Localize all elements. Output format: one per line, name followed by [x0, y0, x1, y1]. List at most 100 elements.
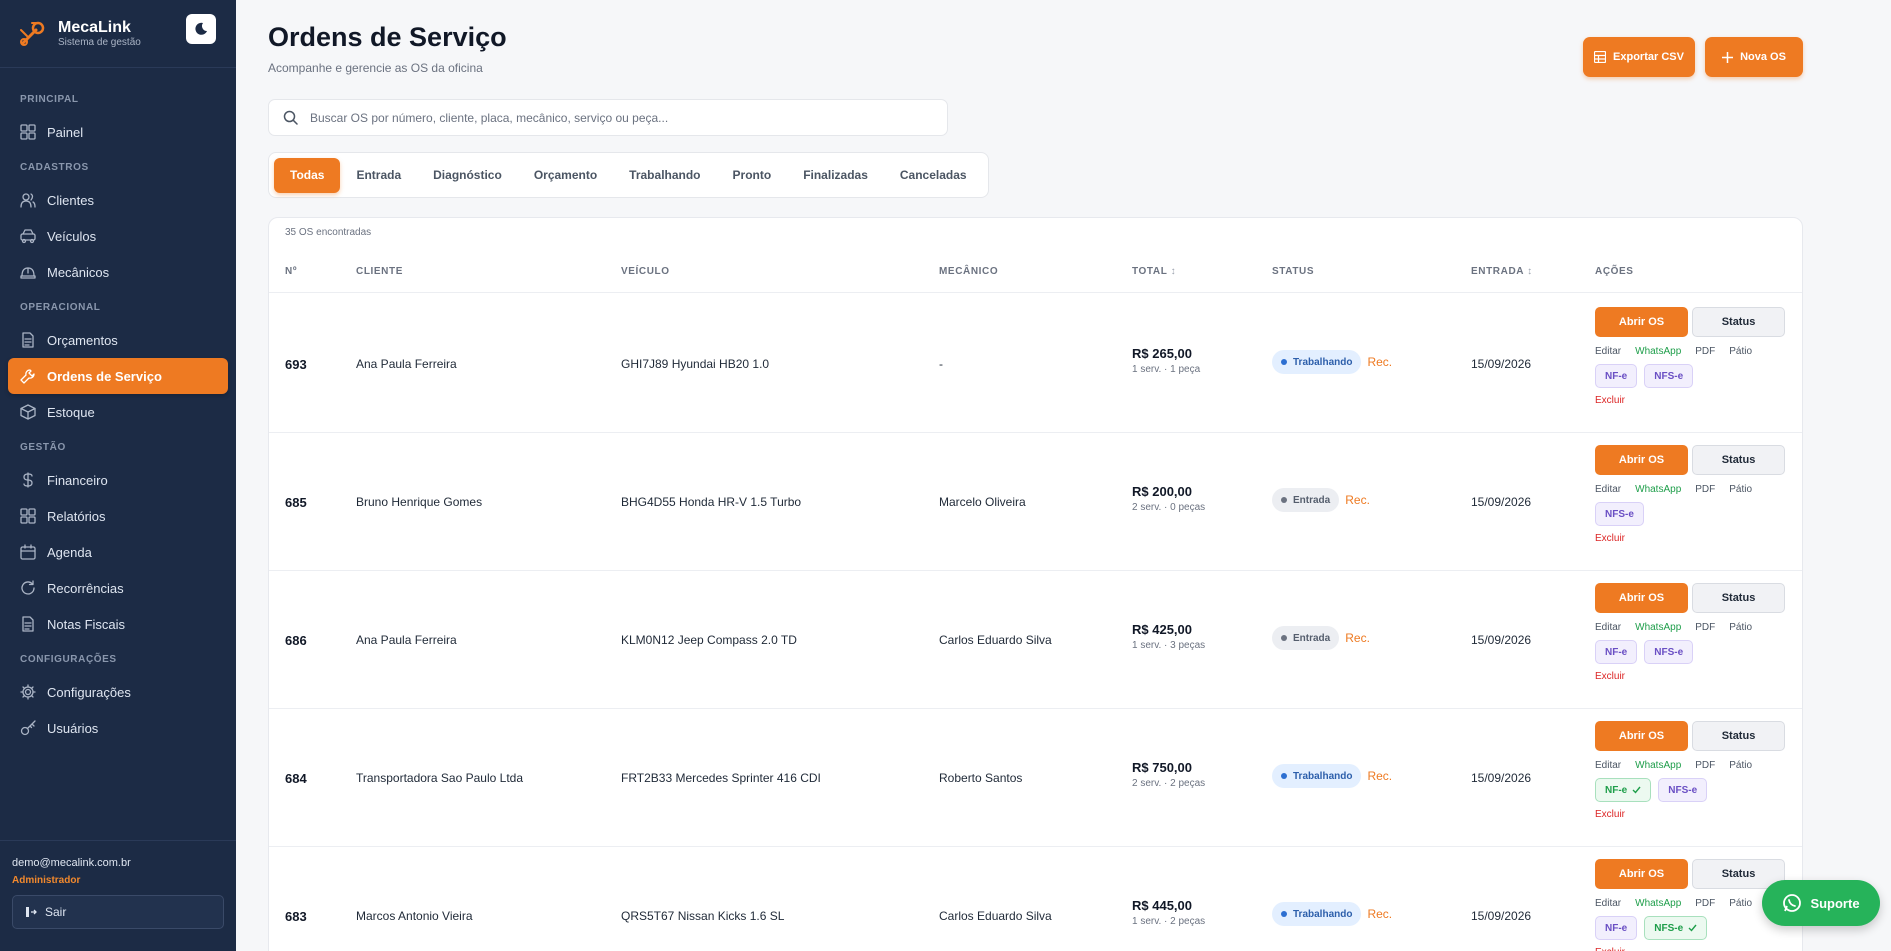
- logout-button[interactable]: Sair: [12, 895, 224, 929]
- tab-finalizadas[interactable]: Finalizadas: [787, 158, 884, 193]
- nfe-chip[interactable]: NF-e: [1595, 364, 1638, 388]
- whatsapp-link[interactable]: WhatsApp: [1635, 484, 1681, 495]
- column-header-number: Nº: [285, 266, 298, 277]
- delete-link[interactable]: Excluir: [1595, 809, 1795, 820]
- whatsapp-link[interactable]: WhatsApp: [1635, 760, 1681, 771]
- os-number[interactable]: 686: [285, 633, 307, 648]
- pdf-link[interactable]: PDF: [1695, 898, 1715, 909]
- total-detail: 2 serv. · 0 peças: [1132, 502, 1206, 513]
- edit-link[interactable]: Editar: [1595, 484, 1621, 495]
- status-badge: Entrada: [1272, 626, 1340, 650]
- page-subtitle: Acompanhe e gerencie as OS da oficina: [268, 61, 483, 75]
- grid-icon: [20, 124, 47, 140]
- new-os-button[interactable]: Nova OS: [1705, 37, 1803, 77]
- sidebar-item-ordens-de-servico[interactable]: Ordens de Serviço: [8, 358, 228, 394]
- yard-link[interactable]: Pátio: [1729, 484, 1752, 495]
- nfe-chip[interactable]: NF-e: [1595, 778, 1652, 802]
- tab-orcamento[interactable]: Orçamento: [518, 158, 613, 193]
- tab-entrada[interactable]: Entrada: [340, 158, 417, 193]
- sidebar-item-usuarios[interactable]: Usuários: [8, 710, 228, 746]
- open-os-button[interactable]: Abrir OS: [1595, 721, 1688, 751]
- entry-date: 15/09/2026: [1471, 495, 1532, 509]
- total-cell: R$ 265,00 1 serv. · 1 peça: [1132, 346, 1200, 375]
- sidebar-item-agenda[interactable]: Agenda: [8, 534, 228, 570]
- os-number[interactable]: 685: [285, 495, 307, 510]
- sidebar-item-recorrencias[interactable]: Recorrências: [8, 570, 228, 606]
- yard-link[interactable]: Pátio: [1729, 898, 1752, 909]
- open-os-button[interactable]: Abrir OS: [1595, 445, 1688, 475]
- nfse-chip[interactable]: NFS-e: [1644, 916, 1708, 940]
- column-header-entry[interactable]: ENTRADA ↕: [1471, 266, 1533, 277]
- whatsapp-link[interactable]: WhatsApp: [1635, 622, 1681, 633]
- mechanic: Carlos Eduardo Silva: [939, 909, 1052, 923]
- search-input[interactable]: [310, 110, 910, 125]
- total-value: R$ 445,00: [1132, 898, 1192, 913]
- entry-date: 15/09/2026: [1471, 633, 1532, 647]
- status-button[interactable]: Status: [1692, 307, 1785, 337]
- export-csv-button[interactable]: Exportar CSV: [1583, 37, 1695, 77]
- pdf-link[interactable]: PDF: [1695, 622, 1715, 633]
- edit-link[interactable]: Editar: [1595, 622, 1621, 633]
- sidebar-item-mecanicos[interactable]: Mecânicos: [8, 254, 228, 290]
- pdf-link[interactable]: PDF: [1695, 346, 1715, 357]
- receipt-link[interactable]: Rec.: [1367, 769, 1392, 783]
- nfse-chip[interactable]: NFS-e: [1644, 640, 1694, 664]
- delete-link[interactable]: Excluir: [1595, 947, 1795, 951]
- sidebar-item-estoque[interactable]: Estoque: [8, 394, 228, 430]
- tab-diagnostico[interactable]: Diagnóstico: [417, 158, 518, 193]
- tab-canceladas[interactable]: Canceladas: [884, 158, 983, 193]
- nfse-chip[interactable]: NFS-e: [1658, 778, 1708, 802]
- entry-date: 15/09/2026: [1471, 771, 1532, 785]
- receipt-link[interactable]: Rec.: [1367, 907, 1392, 921]
- tab-trabalhando[interactable]: Trabalhando: [613, 158, 716, 193]
- os-number[interactable]: 684: [285, 771, 307, 786]
- tab-todas[interactable]: Todas: [274, 157, 341, 193]
- delete-link[interactable]: Excluir: [1595, 395, 1795, 406]
- nfe-chip[interactable]: NF-e: [1595, 916, 1638, 940]
- receipt-link[interactable]: Rec.: [1345, 493, 1370, 507]
- status-button[interactable]: Status: [1692, 721, 1785, 751]
- column-header-total[interactable]: TOTAL ↕: [1132, 266, 1176, 277]
- sidebar-item-veiculos[interactable]: Veículos: [8, 218, 228, 254]
- sidebar-item-financeiro[interactable]: Financeiro: [8, 462, 228, 498]
- whatsapp-link[interactable]: WhatsApp: [1635, 346, 1681, 357]
- delete-link[interactable]: Excluir: [1595, 533, 1795, 544]
- status-dot: [1281, 773, 1287, 779]
- nfse-chip[interactable]: NFS-e: [1595, 502, 1644, 526]
- sidebar-item-clientes[interactable]: Clientes: [8, 182, 228, 218]
- status-button[interactable]: Status: [1692, 583, 1785, 613]
- vehicle: FRT2B33 Mercedes Sprinter 416 CDI: [621, 771, 821, 785]
- open-os-button[interactable]: Abrir OS: [1595, 583, 1688, 613]
- sidebar-item-notas-fiscais[interactable]: Notas Fiscais: [8, 606, 228, 642]
- grid-icon: [20, 508, 47, 524]
- total-value: R$ 750,00: [1132, 760, 1192, 775]
- sidebar-item-relatorios[interactable]: Relatórios: [8, 498, 228, 534]
- whatsapp-link[interactable]: WhatsApp: [1635, 898, 1681, 909]
- sidebar-item-painel[interactable]: Painel: [8, 114, 228, 150]
- search-bar[interactable]: [268, 99, 948, 136]
- receipt-link[interactable]: Rec.: [1345, 631, 1370, 645]
- support-button[interactable]: Suporte: [1762, 880, 1880, 926]
- theme-toggle-button[interactable]: [186, 14, 216, 44]
- yard-link[interactable]: Pátio: [1729, 622, 1752, 633]
- os-number[interactable]: 693: [285, 357, 307, 372]
- nfse-chip[interactable]: NFS-e: [1644, 364, 1694, 388]
- receipt-link[interactable]: Rec.: [1367, 355, 1392, 369]
- open-os-button[interactable]: Abrir OS: [1595, 307, 1688, 337]
- edit-link[interactable]: Editar: [1595, 346, 1621, 357]
- edit-link[interactable]: Editar: [1595, 760, 1621, 771]
- sidebar-item-orcamentos[interactable]: Orçamentos: [8, 322, 228, 358]
- delete-link[interactable]: Excluir: [1595, 671, 1795, 682]
- pdf-link[interactable]: PDF: [1695, 484, 1715, 495]
- sidebar-item-configuracoes[interactable]: Configurações: [8, 674, 228, 710]
- edit-link[interactable]: Editar: [1595, 898, 1621, 909]
- status-button[interactable]: Status: [1692, 445, 1785, 475]
- yard-link[interactable]: Pátio: [1729, 346, 1752, 357]
- open-os-button[interactable]: Abrir OS: [1595, 859, 1688, 889]
- yard-link[interactable]: Pátio: [1729, 760, 1752, 771]
- pdf-link[interactable]: PDF: [1695, 760, 1715, 771]
- os-number[interactable]: 683: [285, 909, 307, 924]
- nfe-chip[interactable]: NF-e: [1595, 640, 1638, 664]
- total-detail: 1 serv. · 2 peças: [1132, 916, 1206, 927]
- tab-pronto[interactable]: Pronto: [717, 158, 788, 193]
